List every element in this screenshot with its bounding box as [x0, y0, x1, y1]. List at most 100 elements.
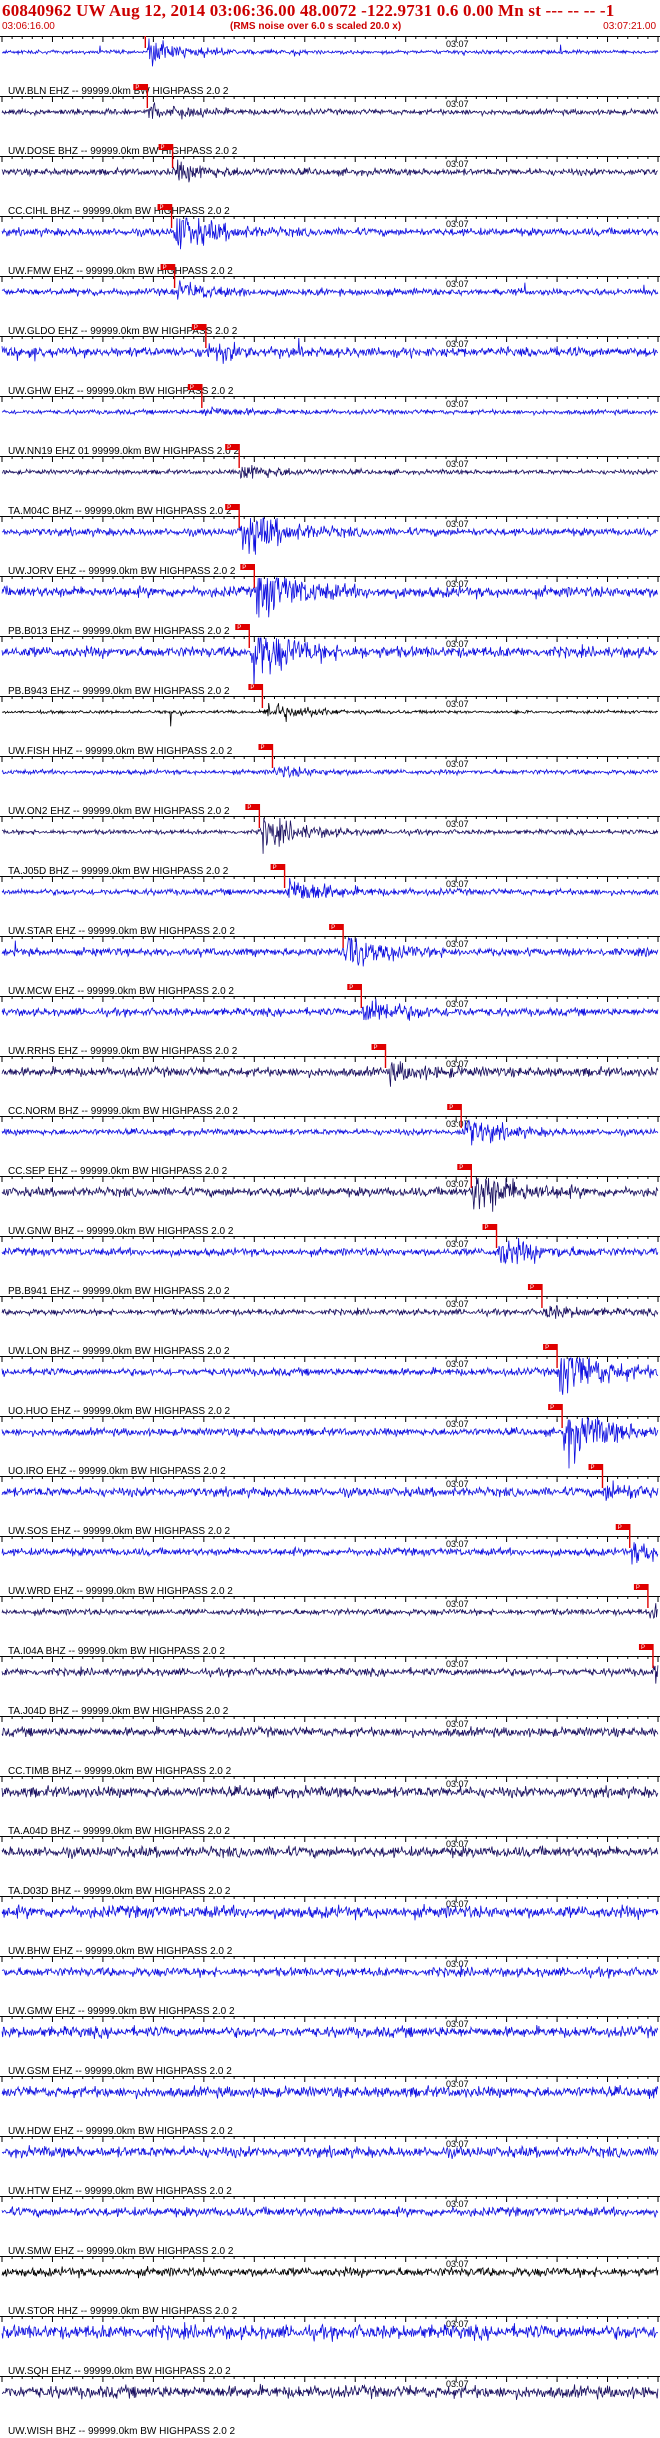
- waveform-trace: [1, 877, 659, 899]
- waveform-trace: [1, 217, 659, 250]
- trace-label: UW.SOS EHZ -- 99999.0km BW HIGHPASS 2.0 …: [8, 1526, 231, 1537]
- trace-label: UW.HDW EHZ -- 99999.0km BW HIGHPASS 2.0 …: [8, 2126, 233, 2137]
- event-title: 60840962 UW Aug 12, 2014 03:06:36.00 48.…: [2, 1, 615, 20]
- waveform-trace: [1, 337, 658, 364]
- waveform-trace: [1, 1603, 659, 1619]
- minute-tick-label: 03:07: [446, 2079, 469, 2089]
- waveform-trace: [1, 1061, 659, 1087]
- minute-tick-label: 03:07: [446, 939, 469, 949]
- trace-label: TA.A04D BHZ -- 99999.0km BW HIGHPASS 2.0…: [8, 1826, 230, 1837]
- minute-tick-label: 03:07: [446, 279, 469, 289]
- trace-label: UW.NN19 EHZ 01 99999.0km BW HIGHPASS 2.0…: [8, 446, 239, 457]
- waveform-trace: [1, 2144, 659, 2159]
- pick-label: P: [374, 1045, 378, 1051]
- minute-tick-label: 03:07: [446, 639, 469, 649]
- waveform-trace: [1, 817, 659, 854]
- waveform-trace: [1, 2383, 659, 2400]
- pick-label: P: [242, 565, 246, 571]
- minute-tick-label: 03:07: [446, 1779, 469, 1789]
- minute-tick-label: 03:07: [446, 39, 469, 49]
- waveform-trace: [1, 765, 659, 779]
- waveform-trace: [1, 280, 659, 300]
- minute-tick-label: 03:07: [446, 1479, 469, 1489]
- pick-label: P: [590, 1465, 594, 1471]
- pick-label: P: [641, 1645, 645, 1651]
- trace-label: UW.GSM EHZ -- 99999.0km BW HIGHPASS 2.0 …: [8, 2066, 232, 2077]
- minute-tick-label: 03:07: [446, 159, 469, 169]
- trace-label: UW.ON2 EHZ -- 99999.0km BW HIGHPASS 2.0 …: [8, 806, 230, 817]
- trace-label: CC.SEP EHZ -- 99999.0km BW HIGHPASS 2.0 …: [8, 1166, 228, 1177]
- minute-tick-label: 03:07: [446, 819, 469, 829]
- minute-tick-label: 03:07: [446, 2319, 469, 2329]
- pick-label: P: [194, 325, 198, 331]
- trace-label: UW.SQH EHZ -- 99999.0km BW HIGHPASS 2.0 …: [8, 2366, 231, 2377]
- trace-label: TA.D03D BHZ -- 99999.0km BW HIGHPASS 2.0…: [8, 1886, 231, 1897]
- pick-label: P: [227, 445, 231, 451]
- minute-tick-label: 03:07: [446, 519, 469, 529]
- waveform-trace: [1, 517, 659, 555]
- pick-label: P: [250, 685, 254, 691]
- waveform-trace: [1, 2266, 659, 2279]
- minute-tick-label: 03:07: [446, 2199, 469, 2209]
- trace-label: CC.CIHL BHZ -- 99999.0km BW HIGHPASS 2.0…: [8, 206, 230, 217]
- waveform-trace: [1, 1785, 659, 1800]
- seismogram-plot: 03:07PUW.BLN EHZ -- 99999.0km BW HIGHPAS…: [0, 36, 660, 2437]
- trace-label: UW.DOSE BHZ -- 99999.0km BW HIGHPASS 2.0…: [8, 146, 238, 157]
- pick-label: P: [160, 205, 164, 211]
- pick-label: P: [530, 1285, 534, 1291]
- minute-tick-label: 03:07: [446, 759, 469, 769]
- minute-tick-label: 03:07: [446, 339, 469, 349]
- minute-tick-label: 03:07: [446, 1839, 469, 1849]
- trace-label: UW.JORV EHZ -- 99999.0km BW HIGHPASS 2.0…: [8, 566, 236, 577]
- pick-label: P: [331, 925, 335, 931]
- end-time-label: 03:07:21.00: [603, 21, 656, 32]
- trace-label: UW.RRHS EHZ -- 99999.0km BW HIGHPASS 2.0…: [8, 1046, 238, 1057]
- minute-tick-label: 03:07: [446, 999, 469, 1009]
- trace-label: UW.SMW EHZ -- 99999.0km BW HIGHPASS 2.0 …: [8, 2246, 234, 2257]
- trace-label: UW.FMW EHZ -- 99999.0km BW HIGHPASS 2.0 …: [8, 266, 233, 277]
- minute-tick-label: 03:07: [446, 1719, 469, 1729]
- minute-tick-label: 03:07: [446, 579, 469, 589]
- minute-tick-label: 03:07: [446, 1359, 469, 1369]
- minute-tick-label: 03:07: [446, 1899, 469, 1909]
- trace-label: UO.HUO EHZ -- 99999.0km BW HIGHPASS 2.0 …: [8, 1406, 231, 1417]
- waveform-trace: [1, 406, 659, 417]
- waveform-trace: [1, 1665, 659, 1684]
- trace-label: CC.TIMB BHZ -- 99999.0km BW HIGHPASS 2.0…: [8, 1766, 232, 1777]
- pick-label: P: [636, 1585, 640, 1591]
- minute-tick-label: 03:07: [446, 219, 469, 229]
- trace-label: TA.M04C BHZ -- 99999.0km BW HIGHPASS 2.0…: [8, 506, 232, 517]
- trace-label: TA.J05D BHZ -- 99999.0km BW HIGHPASS 2.0…: [8, 866, 229, 877]
- waveform-trace: [1, 2322, 659, 2342]
- minute-tick-label: 03:07: [446, 2259, 469, 2269]
- trace-label: UW.STAR EHZ -- 99999.0km BW HIGHPASS 2.0…: [8, 926, 235, 937]
- pick-label: P: [237, 625, 241, 631]
- waveform-trace: [1, 1177, 659, 1212]
- pick-label: P: [273, 865, 277, 871]
- minute-tick-label: 03:07: [446, 1059, 469, 1069]
- pick-label: P: [545, 1345, 549, 1351]
- waveform-trace: [1, 702, 658, 727]
- waveform-trace: [1, 1417, 659, 1469]
- minute-tick-label: 03:07: [446, 1239, 469, 1249]
- minute-tick-label: 03:07: [446, 2019, 469, 2029]
- pick-label: P: [618, 1525, 622, 1531]
- minute-tick-label: 03:07: [446, 699, 469, 709]
- waveform-trace: [1, 1237, 659, 1265]
- waveform-trace: [1, 1904, 659, 1921]
- record-header: 60840962 UW Aug 12, 2014 03:06:36.00 48.…: [0, 0, 660, 36]
- waveform-trace: [1, 1542, 659, 1565]
- waveform-trace: [1, 1119, 659, 1146]
- minute-tick-label: 03:07: [446, 1659, 469, 1669]
- pick-label: P: [260, 745, 264, 751]
- trace-label: UW.STOR HHZ -- 99999.0km BW HIGHPASS 2.0…: [8, 2306, 238, 2317]
- waveform-trace: [1, 1844, 659, 1859]
- pick-label: P: [135, 85, 139, 91]
- waveform-trace: [1, 2085, 659, 2100]
- waveform-trace: [2, 38, 659, 67]
- trace-label: UW.HTW EHZ -- 99999.0km BW HIGHPASS 2.0 …: [8, 2186, 232, 2197]
- waveform-trace: [1, 1725, 659, 1739]
- trace-label: CC.NORM BHZ -- 99999.0km BW HIGHPASS 2.0…: [8, 1106, 238, 1117]
- trace-label: PB.B941 EHZ -- 99999.0km BW HIGHPASS 2.0…: [8, 1286, 230, 1297]
- pick-label: P: [550, 1405, 554, 1411]
